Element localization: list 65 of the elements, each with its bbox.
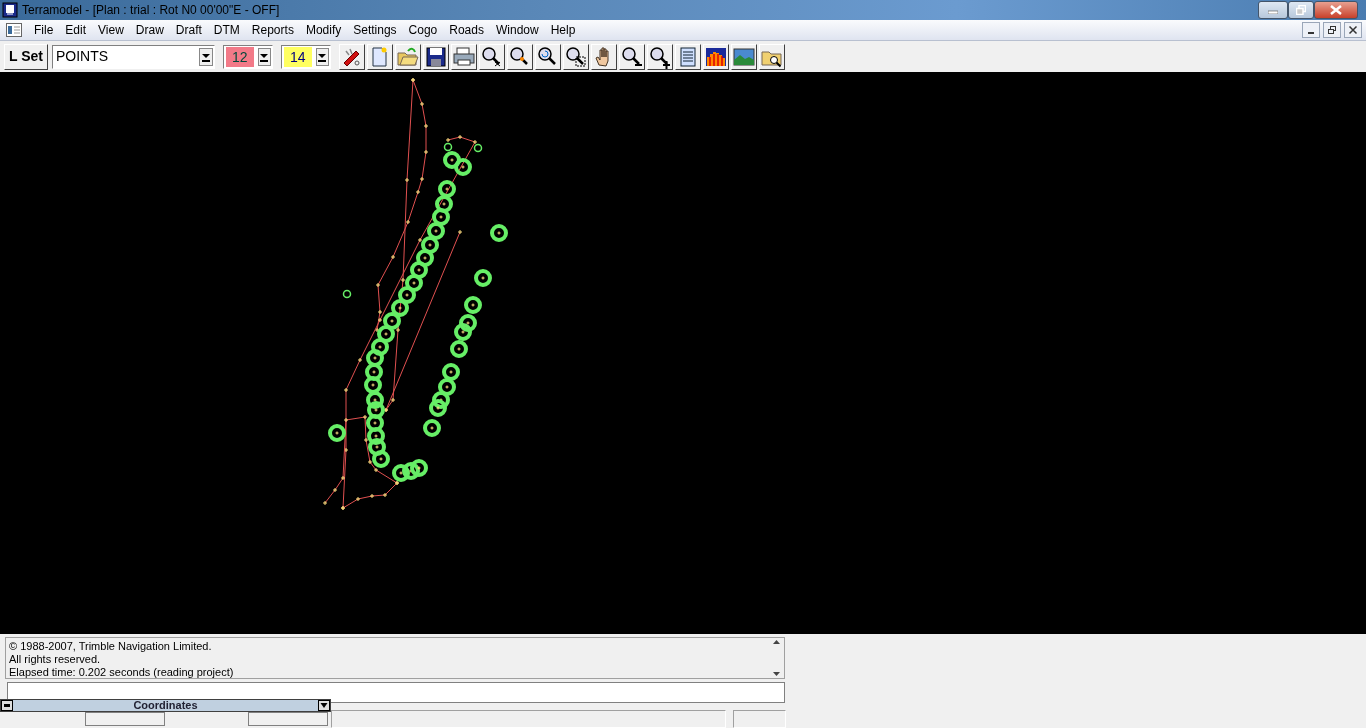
notepad-button[interactable] <box>675 43 701 70</box>
linetype-number: 14 <box>284 46 312 67</box>
message-line: © 1988-2007, Trimble Navigation Limited. <box>9 640 213 653</box>
close-icon <box>1330 5 1342 15</box>
dash-icon <box>1 700 13 711</box>
maximize-button[interactable] <box>1288 1 1314 19</box>
restore-icon <box>1296 5 1306 15</box>
printer-icon <box>452 44 476 69</box>
menu-item[interactable]: Roads <box>443 21 490 39</box>
color-dropdown[interactable]: 12 <box>223 44 273 69</box>
down-arrow-icon <box>772 672 780 676</box>
restore-icon <box>1327 25 1337 35</box>
zoom-center-button[interactable] <box>507 43 533 70</box>
color-number: 12 <box>226 46 254 67</box>
command-input-field[interactable] <box>7 682 785 703</box>
minimize-icon <box>1308 32 1314 34</box>
layer-name: POINTS <box>56 47 109 66</box>
print-button[interactable] <box>451 43 477 70</box>
message-line: Elapsed time: 0.202 seconds (reading project) <box>9 666 235 679</box>
pan-button[interactable] <box>591 43 617 70</box>
menu-item[interactable]: File <box>28 21 60 39</box>
menu-item[interactable]: Edit <box>59 21 93 39</box>
app-icon <box>2 2 18 18</box>
panel-dropdown-button[interactable] <box>318 700 330 711</box>
magnifier-icon <box>564 44 588 69</box>
mdi-restore-button[interactable] <box>1323 22 1341 38</box>
zoom-window-button[interactable] <box>563 43 589 70</box>
find-file-button[interactable] <box>759 43 785 70</box>
menu-item[interactable]: DTM <box>207 21 246 39</box>
close-button[interactable] <box>1314 1 1358 19</box>
menu-item[interactable]: View <box>92 21 130 39</box>
menu-item[interactable]: Window <box>489 21 545 39</box>
panel-title: Coordinates <box>132 698 199 714</box>
close-icon <box>1348 25 1358 35</box>
new-button[interactable] <box>367 43 393 70</box>
message-line: All rights reserved. <box>9 653 102 666</box>
zoom-out-icon <box>620 44 644 69</box>
up-arrow-icon <box>772 640 780 644</box>
zoom-previous-button[interactable] <box>535 43 561 70</box>
menu-item[interactable]: Modify <box>299 21 348 39</box>
status-pane <box>733 710 786 728</box>
menu-item[interactable]: Reports <box>245 21 300 39</box>
layer-dropdown[interactable]: POINTS <box>52 44 215 69</box>
window-title: Terramodel - [Plan : trial : Rot N0 00'00"E - OFF] <box>21 2 280 19</box>
zoom-in-icon <box>648 44 672 69</box>
mdi-close-button[interactable] <box>1344 22 1362 38</box>
linetype-dropdown[interactable]: 14 <box>281 44 331 69</box>
minimize-button[interactable] <box>1258 1 1288 19</box>
panel-menu-button[interactable] <box>1 700 13 711</box>
menu-item[interactable]: Draft <box>169 21 208 39</box>
save-button[interactable] <box>423 43 449 70</box>
menu-item[interactable]: Cogo <box>402 21 444 39</box>
zoom-out-button[interactable] <box>619 43 645 70</box>
zoom-extents-button[interactable] <box>479 43 505 70</box>
layer-set-button[interactable]: L Set <box>4 43 48 70</box>
menu-item[interactable]: Help <box>544 21 582 39</box>
profile-button[interactable] <box>703 43 729 70</box>
caret-icon <box>318 700 330 711</box>
mdi-minimize-button[interactable] <box>1302 22 1320 38</box>
menu-item[interactable]: Draw <box>129 21 170 39</box>
open-button[interactable] <box>395 43 421 70</box>
zoom-in-button[interactable] <box>647 43 673 70</box>
menu-item[interactable]: Settings <box>347 21 403 39</box>
image-button[interactable] <box>731 43 757 70</box>
document-icon <box>6 23 22 37</box>
